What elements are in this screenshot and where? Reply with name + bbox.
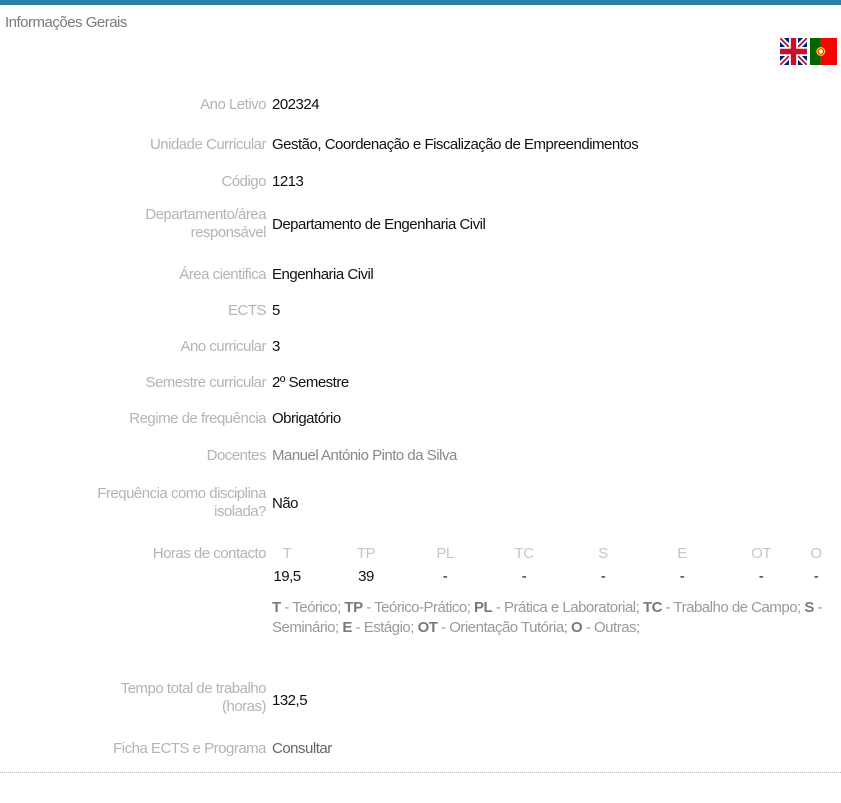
hours-header-tc: TC	[514, 545, 535, 562]
top-accent-bar	[0, 0, 841, 5]
field-label: Horas de contacto	[152, 545, 267, 562]
legend-abbr: PL	[474, 599, 493, 616]
hours-value-e: -	[679, 568, 685, 585]
section-title: Informações Gerais	[5, 14, 127, 31]
hours-value-tc: -	[521, 568, 527, 585]
legend-abbr: TC	[642, 599, 663, 616]
field-label: Área cientifica	[179, 266, 266, 283]
field-label: Semestre curricular	[145, 374, 266, 391]
hours-value-tp: 39	[358, 568, 374, 585]
field-label-line1: Frequência como disciplina	[97, 485, 266, 502]
hours-header-pl: PL	[436, 545, 454, 562]
field-value: Não	[272, 495, 299, 512]
legend-desc: - Teórico;	[280, 599, 345, 616]
field-label: ECTS	[227, 302, 267, 319]
field-label: Docentes	[206, 447, 267, 464]
hours-header-ot: OT	[751, 545, 771, 562]
portugal-flag-icon[interactable]	[810, 38, 837, 65]
hours-legend: T - Teórico; TP - Teórico-Prático; PL - …	[272, 598, 832, 638]
legend-desc: - Teórico-Prático;	[362, 599, 475, 616]
field-value: Engenharia Civil	[272, 266, 374, 283]
field-value: 1213	[272, 173, 304, 190]
language-selector	[780, 38, 837, 65]
field-label-line2: responsável	[190, 224, 267, 241]
legend-desc: - Trabalho de Campo;	[661, 599, 805, 616]
field-value: Departamento de Engenharia Civil	[272, 216, 486, 233]
legend-desc: - Orientação Tutória;	[437, 619, 572, 636]
hours-header-s: S	[598, 545, 608, 562]
field-value: 132,5	[272, 692, 308, 709]
uk-flag-icon[interactable]	[780, 38, 807, 65]
hours-value-ot: -	[758, 568, 764, 585]
legend-abbr: TP	[344, 599, 363, 616]
field-label: Ano Letivo	[200, 96, 266, 113]
field-value: Gestão, Coordenação e Fiscalização de Em…	[272, 136, 639, 153]
hours-value-s: -	[600, 568, 606, 585]
hours-header-e: E	[677, 545, 687, 562]
field-value: 2º Semestre	[272, 374, 349, 391]
field-label: Ano curricular	[180, 338, 266, 355]
hours-header-t: T	[282, 545, 292, 562]
field-value: Obrigatório	[272, 410, 341, 427]
legend-abbr: O	[571, 619, 583, 636]
field-value: 5	[272, 302, 280, 319]
hours-header-o: O	[810, 545, 822, 562]
hours-value-pl: -	[442, 568, 448, 585]
hours-header-tp: TP	[356, 545, 376, 562]
field-value: 3	[272, 338, 280, 355]
field-label: Código	[221, 173, 266, 190]
legend-abbr: E	[342, 619, 352, 636]
field-label-line1: Tempo total de trabalho	[120, 680, 267, 697]
field-label: Ficha ECTS e Programa	[113, 740, 266, 757]
field-value: 202324	[272, 96, 320, 113]
legend-desc: - Estágio;	[351, 619, 418, 636]
bottom-divider	[0, 772, 841, 773]
hours-value-o: -	[813, 568, 819, 585]
field-label-line1: Departamento/área	[145, 206, 266, 223]
field-label: Regime de frequência	[129, 410, 266, 427]
field-label-line2: (horas)	[221, 698, 267, 715]
legend-abbr: S	[804, 599, 814, 616]
legend-abbr: T	[272, 599, 281, 616]
field-label: Unidade Curricular	[149, 136, 267, 153]
legend-abbr: OT	[417, 619, 438, 636]
consultar-link[interactable]: Consultar	[272, 740, 332, 758]
legend-desc: - Prática e Laboratorial;	[492, 599, 643, 616]
hours-value-t: 19,5	[273, 568, 301, 585]
legend-desc: - Outras;	[582, 619, 640, 636]
docente-name: Manuel António Pinto da Silva	[272, 447, 457, 464]
field-label-line2: isolada?	[214, 503, 266, 520]
